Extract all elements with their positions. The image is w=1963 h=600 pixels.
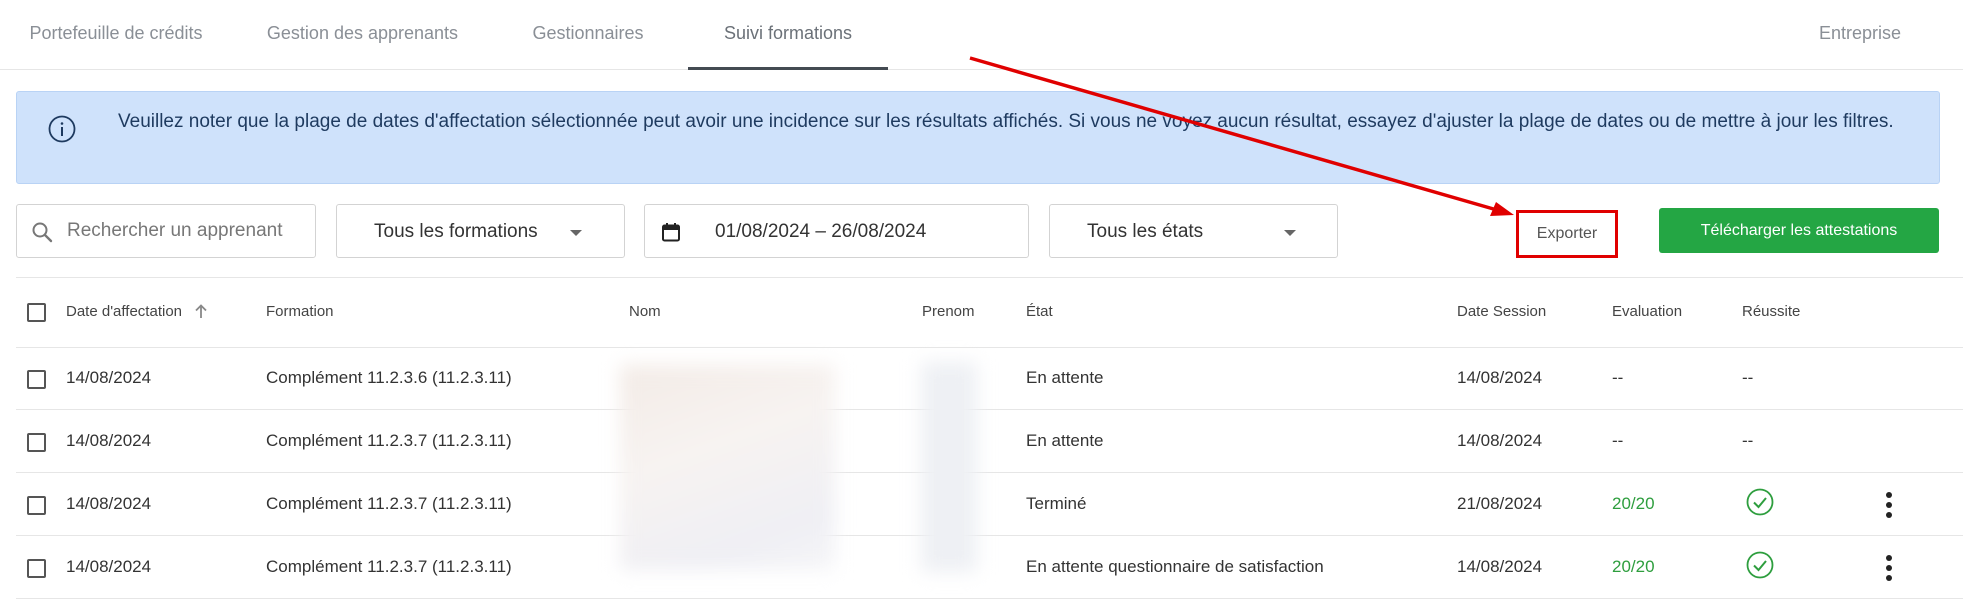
column-header-date-session[interactable]: Date Session [1457, 303, 1546, 320]
search-icon [32, 222, 53, 243]
tab-gestion-apprenants[interactable]: Gestion des apprenants [265, 0, 460, 70]
etat-select-value: Tous les états [1087, 221, 1204, 242]
cell-date-affectation: 14/08/2024 [66, 557, 152, 576]
column-header-nom[interactable]: Nom [629, 303, 661, 320]
check-circle-icon [1746, 551, 1774, 579]
cell-date-session: 21/08/2024 [1457, 494, 1543, 513]
cell-reussite: -- [1742, 368, 1754, 387]
chevron-down-icon [570, 230, 582, 236]
more-vertical-icon[interactable] [1885, 555, 1893, 581]
arrow-up-icon[interactable] [194, 303, 208, 319]
row-checkbox[interactable] [27, 433, 46, 452]
cell-evaluation: -- [1612, 368, 1624, 387]
export-button[interactable]: Exporter [1516, 210, 1618, 258]
search-field[interactable] [16, 204, 316, 258]
formation-select[interactable]: Tous les formations [336, 204, 625, 258]
cell-date-session: 14/08/2024 [1457, 557, 1543, 576]
table-row[interactable]: 14/08/2024 Complément 11.2.3.7 (11.2.3.1… [16, 411, 1963, 473]
formation-select-value: Tous les formations [374, 221, 538, 242]
row-checkbox[interactable] [27, 559, 46, 578]
cell-etat: Terminé [1026, 494, 1087, 513]
tab-suivi-formations[interactable]: Suivi formations [688, 0, 888, 70]
cell-evaluation: 20/20 [1612, 557, 1655, 576]
cell-etat: En attente [1026, 431, 1104, 450]
search-input[interactable] [67, 213, 305, 249]
column-header-date-affectation[interactable]: Date d'affectation [66, 303, 182, 320]
cell-evaluation: -- [1612, 431, 1624, 450]
table-row[interactable]: 14/08/2024 Complément 11.2.3.6 (11.2.3.1… [16, 348, 1963, 410]
table-header: Date d'affectation Formation Nom Prenom … [16, 277, 1963, 348]
more-vertical-icon[interactable] [1885, 492, 1893, 518]
cell-date-session: 14/08/2024 [1457, 431, 1543, 450]
cell-etat: En attente questionnaire de satisfaction [1026, 557, 1324, 576]
cell-formation: Complément 11.2.3.7 (11.2.3.11) [266, 431, 512, 450]
calendar-icon [662, 223, 680, 242]
tab-bar: Portefeuille de crédits Gestion des appr… [0, 0, 1963, 70]
tab-gestionnaires[interactable]: Gestionnaires [532, 0, 644, 70]
chevron-down-icon [1284, 230, 1296, 236]
cell-date-affectation: 14/08/2024 [66, 494, 152, 513]
cell-date-affectation: 14/08/2024 [66, 368, 152, 387]
cell-formation: Complément 11.2.3.7 (11.2.3.11) [266, 494, 512, 513]
cell-evaluation: 20/20 [1612, 494, 1655, 513]
redacted-name-column [620, 365, 835, 570]
tab-portefeuille-credits[interactable]: Portefeuille de crédits [27, 0, 205, 70]
info-banner-message: Veuillez noter que la plage de dates d'a… [118, 111, 1894, 132]
info-icon [48, 115, 76, 143]
select-all-checkbox[interactable] [27, 303, 46, 322]
table-row[interactable]: 14/08/2024 Complément 11.2.3.7 (11.2.3.1… [16, 474, 1963, 536]
column-header-etat[interactable]: État [1026, 303, 1053, 320]
check-circle-icon [1746, 488, 1774, 516]
cell-reussite: -- [1742, 431, 1754, 450]
cell-formation: Complément 11.2.3.6 (11.2.3.11) [266, 368, 512, 387]
column-header-prenom[interactable]: Prenom [922, 303, 975, 320]
row-checkbox[interactable] [27, 370, 46, 389]
date-range-picker[interactable]: 01/08/2024 – 26/08/2024 [644, 204, 1029, 258]
row-checkbox[interactable] [27, 496, 46, 515]
table-row[interactable]: 14/08/2024 Complément 11.2.3.7 (11.2.3.1… [16, 537, 1963, 599]
cell-formation: Complément 11.2.3.7 (11.2.3.11) [266, 557, 512, 576]
download-attestations-button[interactable]: Télécharger les attestations [1659, 208, 1939, 253]
column-header-evaluation[interactable]: Evaluation [1612, 303, 1682, 320]
tab-entreprise[interactable]: Entreprise [1817, 0, 1903, 70]
cell-date-affectation: 14/08/2024 [66, 431, 152, 450]
cell-date-session: 14/08/2024 [1457, 368, 1543, 387]
column-header-formation[interactable]: Formation [266, 303, 334, 320]
column-header-reussite[interactable]: Réussite [1742, 303, 1800, 320]
cell-etat: En attente [1026, 368, 1104, 387]
etat-select[interactable]: Tous les états [1049, 204, 1338, 258]
info-banner: Veuillez noter que la plage de dates d'a… [16, 91, 1940, 184]
date-range-value: 01/08/2024 – 26/08/2024 [715, 221, 927, 242]
redacted-firstname-column [921, 362, 977, 572]
